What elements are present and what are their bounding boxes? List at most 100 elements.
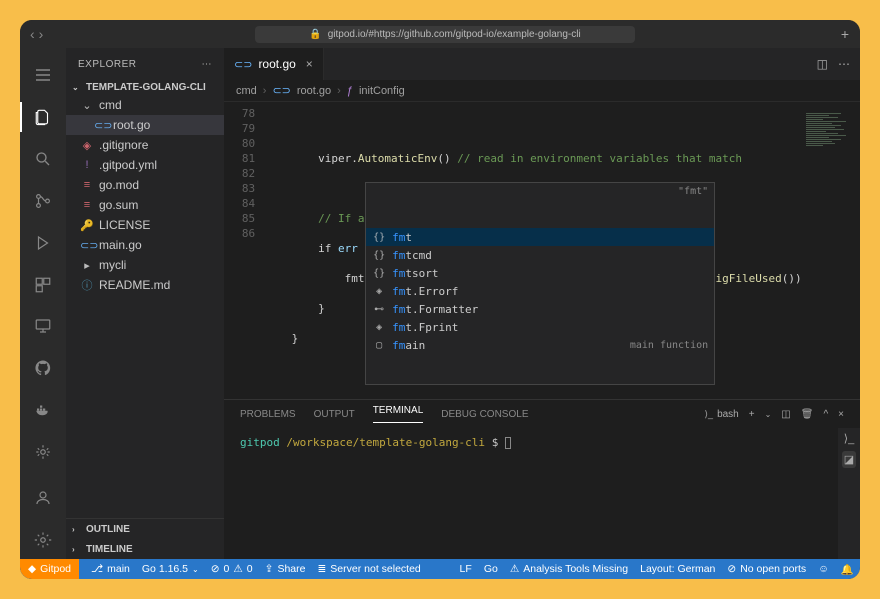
close-tab-icon[interactable]: ×: [306, 57, 313, 71]
terminal[interactable]: gitpod /workspace/template-golang-cli $: [224, 428, 838, 559]
status-share[interactable]: ⇪Share: [265, 563, 306, 575]
lock-icon: 🔒: [309, 29, 321, 40]
activity-bar: [20, 48, 66, 559]
nav-forward-icon[interactable]: ›: [39, 26, 44, 42]
tree-item[interactable]: ≡go.mod: [66, 175, 224, 195]
mod-icon: ≡: [80, 199, 94, 211]
tree-item[interactable]: ▸ mycli: [66, 255, 224, 275]
tree-item[interactable]: ! .gitpod.yml: [66, 155, 224, 175]
minimap[interactable]: [802, 102, 860, 399]
suggest-item[interactable]: ▢fmainmain function: [366, 336, 714, 354]
function-icon: ƒ: [347, 85, 353, 97]
nav-back-icon[interactable]: ‹: [30, 26, 35, 42]
go-icon: ⊂⊃: [94, 119, 108, 132]
editor-more-icon[interactable]: ⋯: [838, 57, 850, 71]
git-icon: ◈: [80, 139, 94, 152]
tree-item-label: root.go: [113, 118, 150, 132]
status-problems[interactable]: ⊘0⚠0: [211, 563, 253, 575]
split-editor-icon[interactable]: ◫: [817, 57, 828, 71]
yml-icon: !: [80, 159, 94, 171]
tree-item[interactable]: ⓘREADME.md: [66, 275, 224, 295]
terminal-side-icon-2[interactable]: ◪: [842, 451, 856, 468]
file-tree: ⌄cmd⊂⊃root.go◈.gitignore!.gitpod.yml≡go.…: [66, 95, 224, 518]
suggest-item[interactable]: {}fmtsort: [366, 264, 714, 282]
url-bar[interactable]: 🔒 gitpod.io/#https://github.com/gitpod-i…: [255, 26, 635, 43]
kubernetes-icon[interactable]: [20, 433, 66, 471]
tree-item[interactable]: ⊂⊃ main.go: [66, 235, 224, 255]
project-section[interactable]: ⌄TEMPLATE-GOLANG-CLI: [66, 80, 224, 95]
project-name: TEMPLATE-GOLANG-CLI: [86, 82, 206, 93]
tree-item-label: LICENSE: [99, 218, 150, 232]
run-debug-icon[interactable]: [20, 224, 66, 262]
breadcrumb-file[interactable]: root.go: [297, 85, 331, 97]
kill-terminal-icon[interactable]: 🗑: [801, 409, 814, 420]
breadcrumb-symbol[interactable]: initConfig: [359, 85, 405, 97]
editor-tab[interactable]: ⊂⊃ root.go ×: [224, 48, 324, 80]
status-analysis[interactable]: ⚠Analysis Tools Missing: [510, 563, 628, 575]
status-language[interactable]: Go: [484, 563, 498, 575]
sidebar-more-icon[interactable]: ⋯: [202, 59, 213, 70]
accounts-icon[interactable]: [20, 479, 66, 517]
status-server[interactable]: ≣Server not selected: [317, 563, 420, 575]
timeline-section[interactable]: ›TIMELINE: [66, 539, 224, 559]
titlebar: ‹ › 🔒 gitpod.io/#https://github.com/gitp…: [20, 20, 860, 48]
docker-icon[interactable]: [20, 391, 66, 429]
tree-item-label: .gitignore: [99, 138, 148, 152]
prompt-user: gitpod: [240, 436, 280, 449]
terminal-side-icon[interactable]: ⟩_: [844, 432, 854, 445]
tree-item-label: mycli: [99, 258, 126, 272]
code-editor[interactable]: viper.AutomaticEnv() // read in environm…: [265, 102, 801, 399]
status-bell-icon[interactable]: 🔔: [841, 563, 854, 576]
tree-item-label: go.sum: [99, 198, 138, 212]
go-file-icon: ⊂⊃: [234, 58, 252, 71]
remote-explorer-icon[interactable]: [20, 308, 66, 346]
tree-item[interactable]: 🔑 LICENSE: [66, 215, 224, 235]
sidebar-title: EXPLORER: [78, 59, 136, 70]
status-branch[interactable]: ⎇main: [91, 563, 130, 575]
github-icon[interactable]: [20, 349, 66, 387]
settings-gear-icon[interactable]: [20, 521, 66, 559]
status-go-version[interactable]: Go 1.16.5⌄: [142, 563, 199, 575]
tree-item-label: go.mod: [99, 178, 139, 192]
breadcrumb-folder[interactable]: cmd: [236, 85, 257, 97]
lic-icon: 🔑: [80, 219, 94, 232]
tree-item-label: .gitpod.yml: [99, 158, 157, 172]
bin-icon: ▸: [80, 259, 94, 272]
prompt-symbol: $: [492, 436, 499, 449]
status-ports[interactable]: ⊘No open ports: [727, 563, 806, 575]
status-gitpod[interactable]: ◆Gitpod: [20, 559, 79, 579]
close-panel-icon[interactable]: ×: [838, 409, 844, 420]
folder-icon: ⌄: [80, 99, 94, 112]
status-layout[interactable]: Layout: German: [640, 563, 715, 575]
suggest-item[interactable]: {}fmt: [366, 228, 714, 246]
tree-item[interactable]: ⊂⊃ root.go: [66, 115, 224, 135]
go-icon: ⊂⊃: [80, 239, 94, 252]
tree-item[interactable]: ◈ .gitignore: [66, 135, 224, 155]
breadcrumbs[interactable]: cmd › ⊂⊃ root.go › ƒ initConfig: [224, 80, 860, 102]
tree-item[interactable]: ≡ go.sum: [66, 195, 224, 215]
maximize-panel-icon[interactable]: ^: [823, 409, 828, 420]
status-feedback-icon[interactable]: ☺: [818, 563, 829, 575]
status-bar: ◆Gitpod ⎇main Go 1.16.5⌄ ⊘0⚠0 ⇪Share ≣Se…: [20, 559, 860, 579]
tree-item[interactable]: ⌄cmd: [66, 95, 224, 115]
status-eol[interactable]: LF: [460, 563, 472, 575]
tree-item-label: main.go: [99, 238, 142, 252]
source-control-icon[interactable]: [20, 182, 66, 220]
go-file-icon: ⊂⊃: [272, 84, 290, 97]
extensions-icon[interactable]: [20, 266, 66, 304]
search-icon[interactable]: [20, 140, 66, 178]
prompt-path: /workspace/template-golang-cli: [286, 436, 485, 449]
menu-icon[interactable]: [20, 56, 66, 94]
explorer-icon[interactable]: [20, 98, 66, 136]
outline-section[interactable]: ›OUTLINE: [66, 519, 224, 539]
suggest-item[interactable]: ◈fmt.Errorf: [366, 282, 714, 300]
intellisense-popup[interactable]: "fmt" {}fmt{}fmtcmd{}fmtsort◈fmt.Errorf⊷…: [365, 182, 715, 385]
new-tab-icon[interactable]: +: [830, 26, 860, 42]
terminal-cursor: [505, 437, 511, 449]
suggest-item[interactable]: {}fmtcmd: [366, 246, 714, 264]
url-text: gitpod.io/#https://github.com/gitpod-io/…: [328, 29, 581, 40]
suggest-item[interactable]: ⊷fmt.Formatter: [366, 300, 714, 318]
tab-label: root.go: [258, 57, 295, 71]
line-gutter: 787980818283848586: [224, 102, 265, 399]
suggest-item[interactable]: ◈fmt.Fprint: [366, 318, 714, 336]
